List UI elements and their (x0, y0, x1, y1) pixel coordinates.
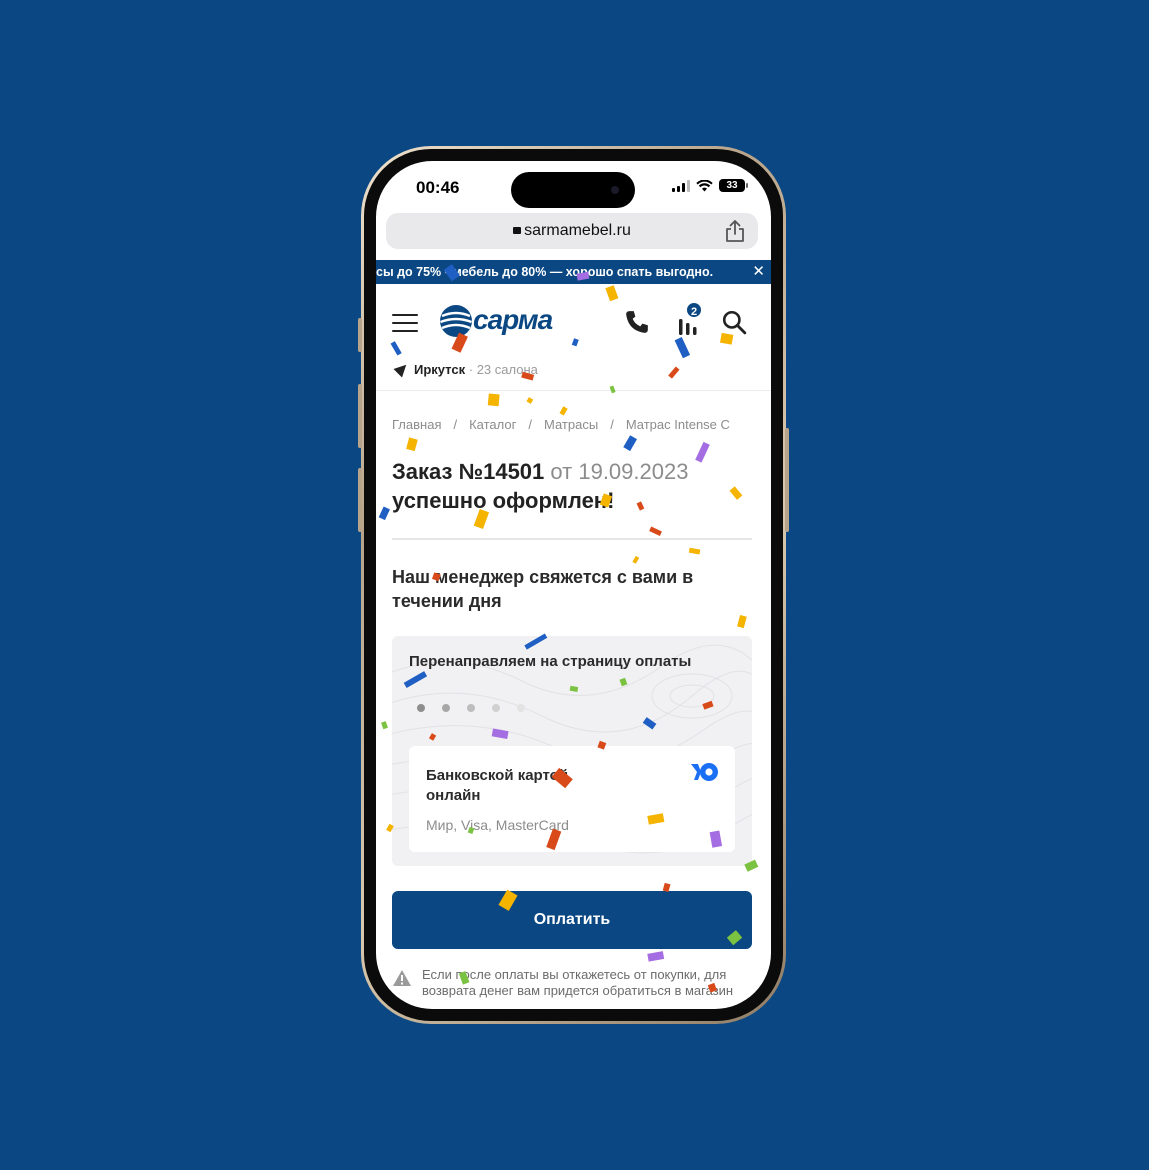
divider (392, 538, 752, 540)
manager-message: Наш менеджер свяжется с вами в течении д… (392, 567, 694, 611)
phone-icon[interactable] (624, 309, 650, 335)
refund-warning: Если после оплаты вы откажетесь от покуп… (392, 964, 752, 1009)
browser-address-bar[interactable]: sarmamebel.ru (386, 213, 758, 249)
site-header: сарма 2 Иркутск · 23 салона (376, 284, 771, 391)
battery-icon: 33 (719, 179, 748, 192)
payment-method-title: Банковской картой онлайн (426, 767, 569, 804)
breadcrumb-item[interactable]: Матрасы (544, 417, 598, 432)
warning-text: Если после оплаты вы откажетесь от покуп… (422, 967, 734, 998)
order-title: Заказ №14501 от 19.09.2023 успешно оформ… (392, 457, 752, 515)
status-time: 00:46 (416, 178, 460, 197)
payment-method-subtitle: Мир, Visa, MasterCard (426, 817, 569, 833)
wifi-icon (696, 179, 713, 191)
breadcrumb: Главная / Каталог / Матрасы / Матрас Intense C (392, 417, 730, 432)
redirect-text: Перенаправляем на страницу оплаты (409, 653, 692, 670)
promo-text: сы до 75% • мебель до 80% — хорошо спать… (376, 265, 714, 279)
order-status: успешно оформлен! (392, 488, 615, 513)
phone-side-button-left (358, 468, 362, 532)
close-icon[interactable]: ✕ (752, 262, 765, 280)
promo-banner[interactable]: сы до 75% • мебель до 80% — хорошо спать… (376, 260, 771, 284)
phone-side-button-left (358, 384, 362, 448)
warning-icon (393, 970, 411, 986)
phone-frame: 00:46 33 sarmamebel.ru сы до 75% • мебел… (361, 146, 786, 1024)
share-icon[interactable] (724, 219, 746, 243)
phone-screen: 00:46 33 sarmamebel.ru сы до 75% • мебел… (376, 161, 771, 1009)
order-number: Заказ №14501 (392, 459, 545, 484)
logo-text: сарма (473, 304, 553, 335)
payment-redirect-panel: Перенаправляем на страницу оплаты Банков… (392, 636, 752, 866)
breadcrumb-item[interactable]: Каталог (469, 417, 516, 432)
phone-side-button-right (785, 428, 789, 532)
pay-button[interactable]: Оплатить (392, 891, 752, 949)
loading-dots (417, 704, 525, 712)
city-name: Иркутск (414, 362, 466, 377)
phone-side-button-left (358, 318, 362, 352)
search-icon[interactable] (721, 309, 747, 335)
menu-icon[interactable] (392, 314, 418, 334)
status-bar: 00:46 33 (376, 161, 771, 213)
breadcrumb-item[interactable]: Матрас Intense C (626, 417, 730, 432)
payment-method-card[interactable]: Банковской картой онлайн Мир, Visa, Mast… (409, 746, 735, 852)
breadcrumb-item[interactable]: Главная (392, 417, 441, 432)
store-count: · 23 салона (468, 362, 538, 377)
dynamic-island (511, 172, 635, 208)
lock-icon (513, 227, 522, 234)
city-selector[interactable]: Иркутск · 23 салона (393, 360, 538, 378)
compare-badge: 2 (685, 301, 703, 319)
url-text: sarmamebel.ru (524, 222, 631, 239)
order-date: от 19.09.2023 (550, 459, 689, 484)
location-arrow-icon (393, 360, 411, 378)
logo-globe-icon (440, 305, 472, 337)
yoomoney-icon (691, 763, 718, 781)
cellular-signal-icon (672, 179, 690, 192)
